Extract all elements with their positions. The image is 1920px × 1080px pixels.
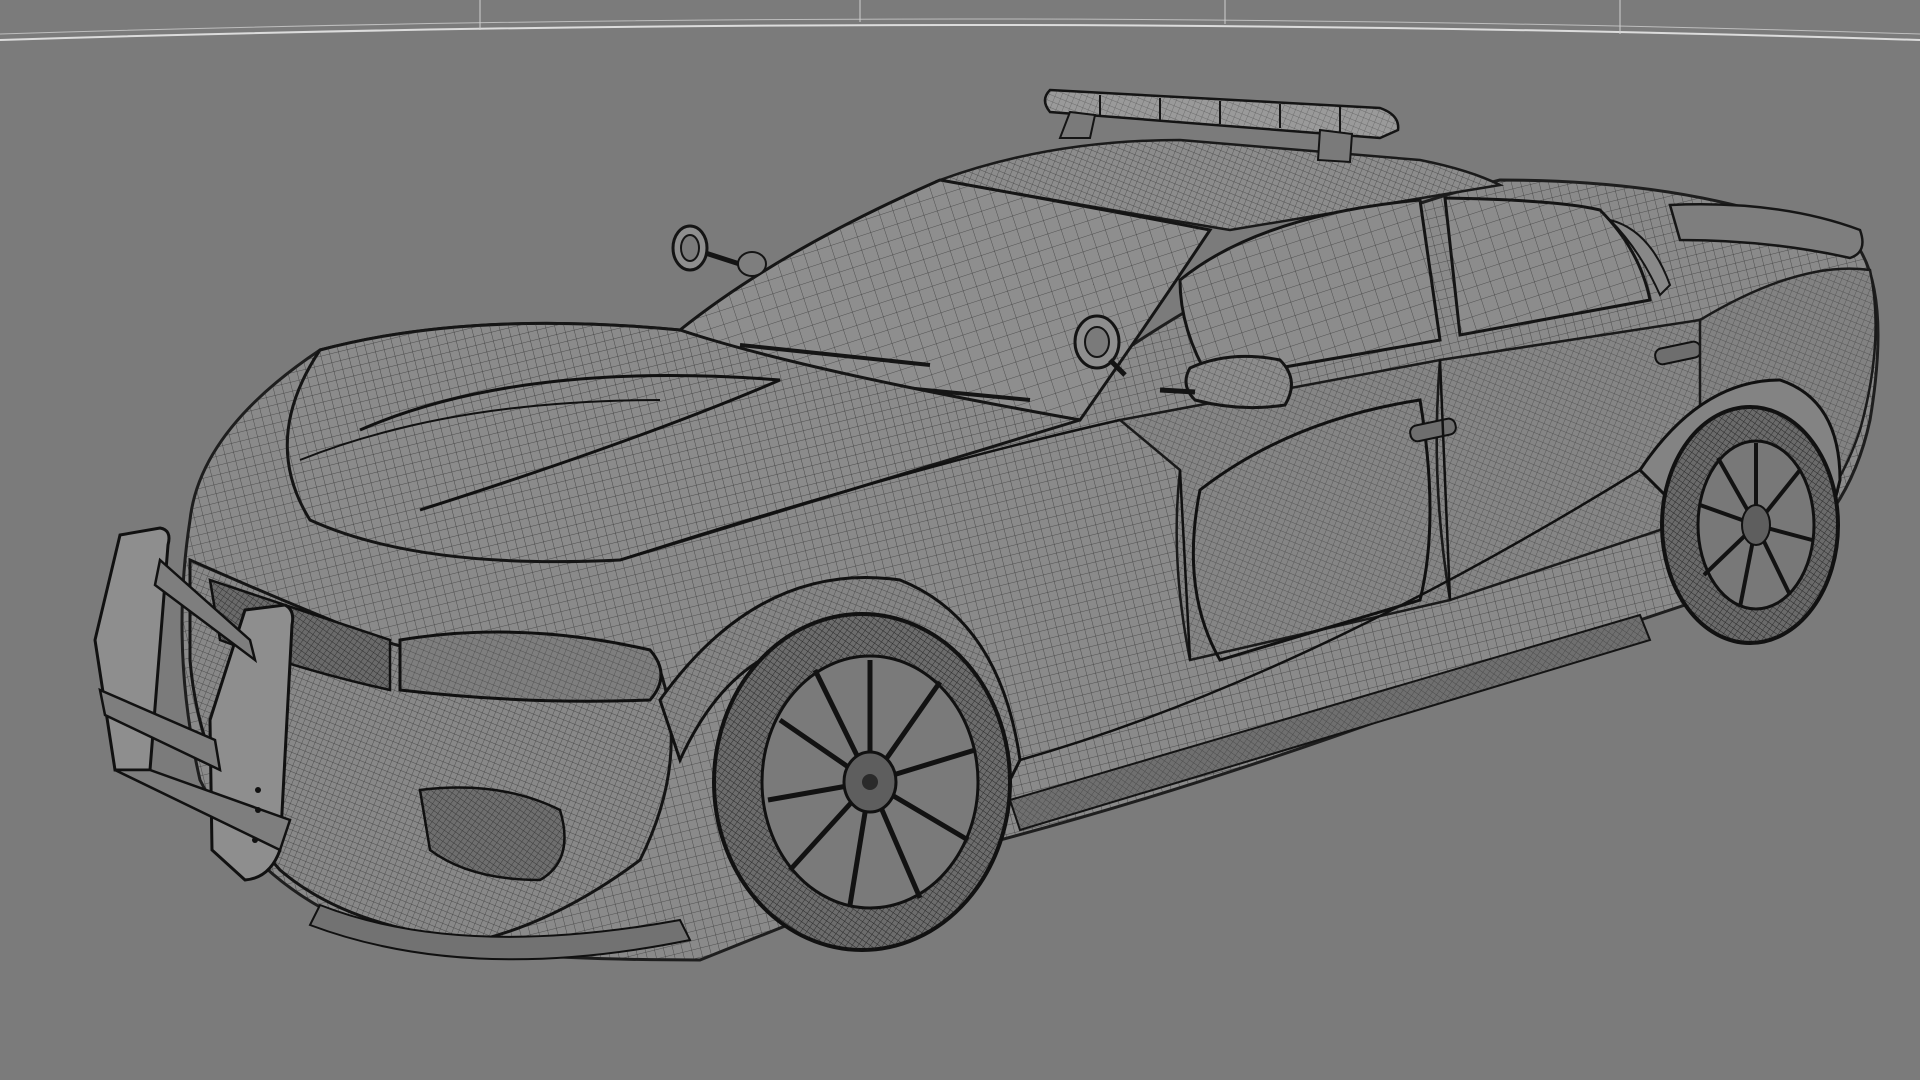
lightbar-mount-right [1316, 128, 1354, 164]
scene-svg [0, 0, 1920, 962]
left-spotlight [671, 224, 767, 277]
lightbar-mount-left [1058, 110, 1097, 139]
render-viewport[interactable] [0, 0, 1920, 1080]
floor-horizon [0, 0, 1920, 41]
